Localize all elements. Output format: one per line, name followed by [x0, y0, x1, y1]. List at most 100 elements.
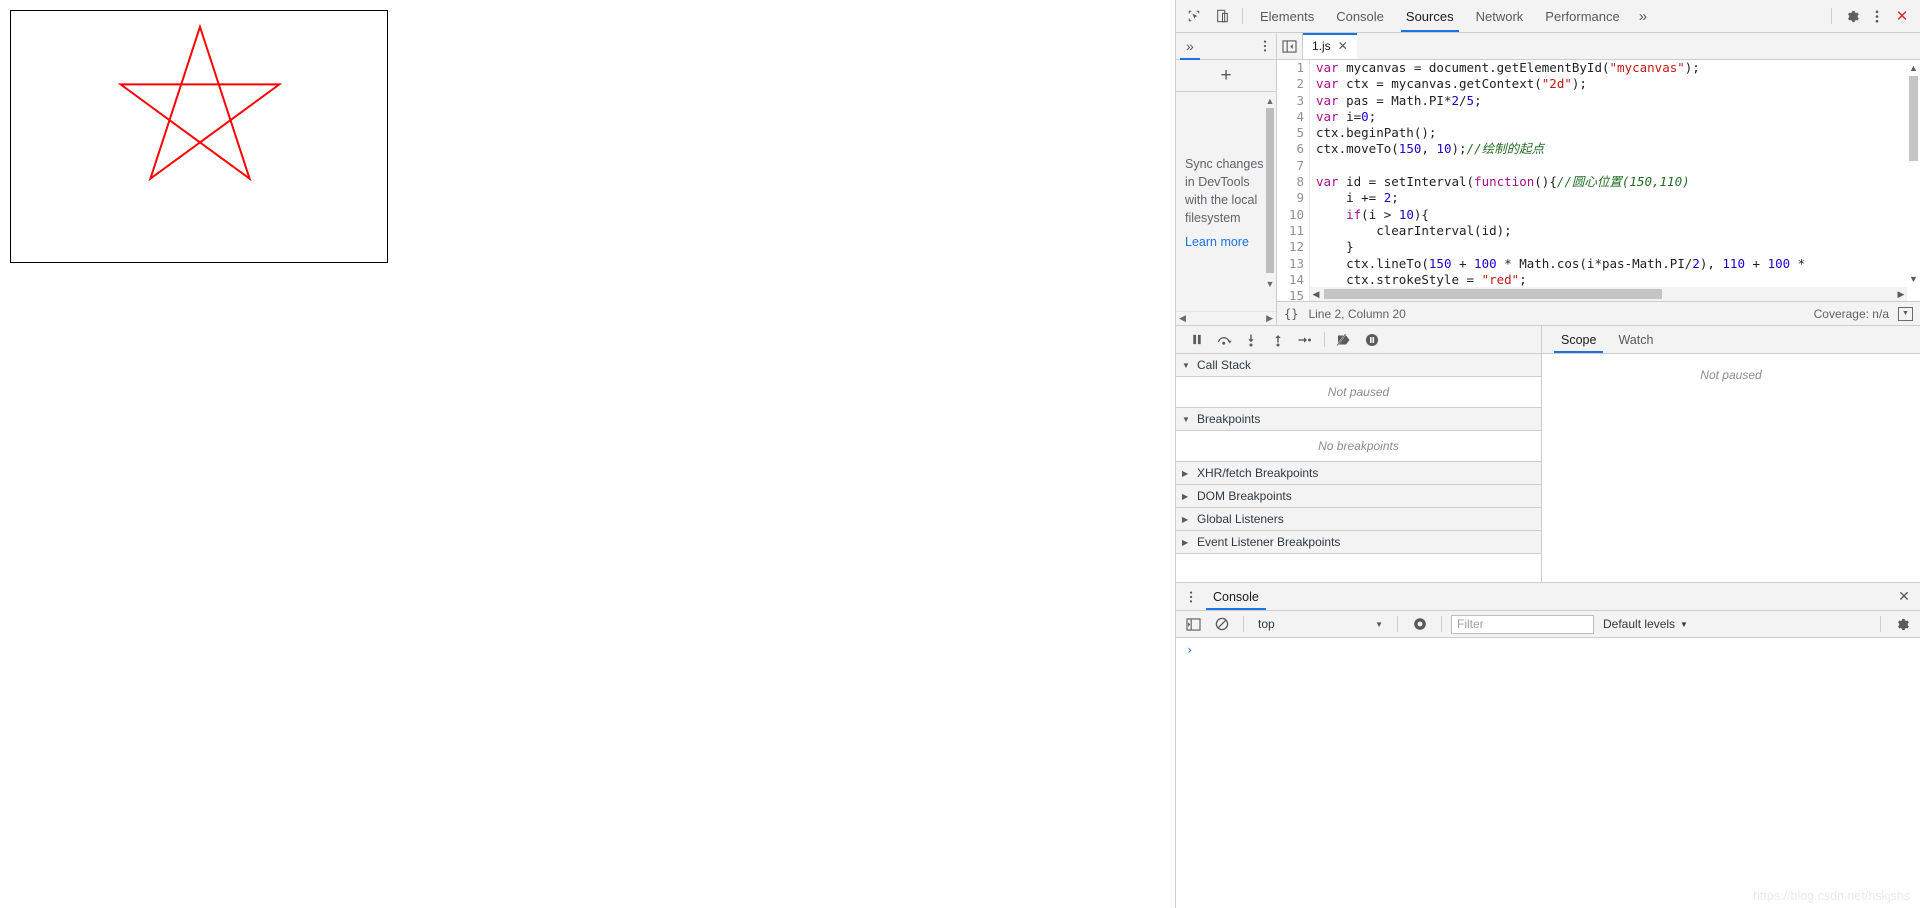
navigator-vertical-scrollbar[interactable]: ▲ ▼: [1265, 96, 1275, 289]
console-toolbar: top ▼ Filter Default levels ▼: [1176, 611, 1920, 638]
section-call-stack[interactable]: ▼ Call Stack: [1176, 354, 1541, 377]
scroll-up-arrow-icon[interactable]: ▲: [1265, 96, 1275, 106]
code-line[interactable]: [1316, 158, 1920, 174]
device-toolbar-icon[interactable]: [1208, 3, 1236, 29]
navigator-horizontal-scrollbar[interactable]: ◀ ▶: [1176, 311, 1276, 325]
tab-performance[interactable]: Performance: [1534, 0, 1630, 32]
console-log-levels-select[interactable]: Default levels ▼: [1597, 617, 1694, 631]
learn-more-link[interactable]: Learn more: [1176, 227, 1276, 249]
inspect-element-icon[interactable]: [1180, 3, 1208, 29]
scroll-right-arrow-icon[interactable]: ▶: [1895, 289, 1907, 300]
code-line[interactable]: clearInterval(id);: [1316, 223, 1920, 239]
pretty-print-button[interactable]: {}: [1284, 307, 1298, 321]
kebab-menu-icon[interactable]: [1866, 5, 1888, 27]
code-token: "red": [1481, 271, 1520, 287]
file-tab-1js[interactable]: 1.js ✕: [1303, 33, 1357, 59]
tab-scope[interactable]: Scope: [1550, 326, 1607, 353]
close-icon[interactable]: ✕: [1338, 39, 1348, 53]
code-token: if: [1346, 206, 1362, 222]
deactivate-breakpoints-icon[interactable]: [1332, 328, 1357, 352]
line-number: 12: [1288, 239, 1304, 255]
section-event-listener-breakpoints[interactable]: ▶ Event Listener Breakpoints: [1176, 531, 1541, 554]
code-token: 150: [1398, 141, 1422, 157]
step-out-icon[interactable]: [1265, 328, 1290, 352]
show-drawer-icon[interactable]: ▼: [1898, 306, 1913, 321]
pause-on-exceptions-icon[interactable]: [1359, 328, 1384, 352]
code-area[interactable]: 1 2 3 4 5 6 7 8 9 10 11 12 13 14 15 var mycanvas = doc…: [1277, 60, 1920, 301]
more-tabs-icon[interactable]: »: [1631, 8, 1655, 25]
scroll-left-arrow-icon[interactable]: ◀: [1310, 289, 1322, 300]
console-prompt[interactable]: ›: [1176, 638, 1920, 662]
close-devtools-icon[interactable]: ✕: [1888, 3, 1916, 29]
code-token: 10: [1436, 141, 1452, 157]
code-token: 2: [1451, 92, 1459, 108]
drawer-tab-console[interactable]: Console: [1202, 583, 1270, 610]
code-line[interactable]: var mycanvas = document.getElementById("…: [1316, 60, 1920, 76]
gear-icon[interactable]: [1838, 3, 1866, 29]
code-line[interactable]: var id = setInterval(function(){//圆心位置(1…: [1316, 174, 1920, 190]
scroll-left-arrow-icon[interactable]: ◀: [1179, 313, 1186, 324]
code-line[interactable]: if(i > 10){: [1316, 207, 1920, 223]
code-line[interactable]: i += 2;: [1316, 190, 1920, 206]
close-drawer-icon[interactable]: ✕: [1892, 585, 1916, 609]
step-icon[interactable]: [1292, 328, 1317, 352]
code-line[interactable]: ctx.strokeStyle = "red";: [1316, 272, 1920, 288]
mycanvas-element[interactable]: [10, 10, 388, 263]
tab-elements[interactable]: Elements: [1249, 0, 1325, 32]
line-number: 4: [1296, 108, 1304, 124]
scroll-down-arrow-icon[interactable]: ▼: [1907, 273, 1920, 285]
code-line[interactable]: var ctx = mycanvas.getContext("2d");: [1316, 76, 1920, 92]
clear-console-icon[interactable]: [1209, 612, 1234, 636]
tab-network[interactable]: Network: [1465, 0, 1535, 32]
scrollbar-track[interactable]: [1322, 288, 1895, 300]
code-token: ctx.lineTo(: [1316, 255, 1429, 271]
step-over-icon[interactable]: [1211, 328, 1236, 352]
drawer-kebab-menu-icon[interactable]: [1180, 586, 1202, 608]
line-number: 8: [1296, 174, 1304, 190]
editor-horizontal-scrollbar[interactable]: ◀ ▶: [1310, 287, 1907, 301]
section-title: Global Listeners: [1197, 512, 1284, 526]
console-sidebar-icon[interactable]: [1181, 612, 1206, 636]
chevron-down-icon: ▼: [1680, 619, 1688, 629]
console-filter-input[interactable]: Filter: [1451, 614, 1594, 634]
scrollbar-thumb[interactable]: [1266, 108, 1274, 273]
scroll-right-arrow-icon[interactable]: ▶: [1266, 313, 1273, 324]
execution-context-select[interactable]: top ▼: [1253, 615, 1388, 634]
tab-console[interactable]: Console: [1325, 0, 1395, 32]
section-breakpoints[interactable]: ▼ Breakpoints: [1176, 408, 1541, 431]
step-into-icon[interactable]: [1238, 328, 1263, 352]
show-navigator-icon[interactable]: [1277, 33, 1303, 59]
watermark-text: https://blog.csdn.net/hskjshs: [1752, 889, 1910, 903]
tab-sources[interactable]: Sources: [1395, 0, 1465, 32]
code-token: 150: [1428, 255, 1452, 271]
code-lines[interactable]: var mycanvas = document.getElementById("…: [1310, 60, 1920, 301]
scroll-down-arrow-icon[interactable]: ▼: [1265, 279, 1275, 289]
editor-vertical-scrollbar[interactable]: ▲ ▼: [1907, 60, 1920, 287]
code-line[interactable]: ctx.lineTo(150 + 100 * Math.cos(i*pas-Ma…: [1316, 256, 1920, 272]
scrollbar-thumb[interactable]: [1909, 76, 1918, 161]
code-token: 10: [1398, 206, 1414, 222]
section-dom-breakpoints[interactable]: ▶ DOM Breakpoints: [1176, 485, 1541, 508]
console-output[interactable]: › https://blog.csdn.net/hskjshs: [1176, 638, 1920, 908]
tab-watch[interactable]: Watch: [1607, 326, 1664, 353]
coverage-label: Coverage: n/a: [1813, 306, 1889, 321]
console-settings-gear-icon[interactable]: [1890, 612, 1915, 636]
live-expression-icon[interactable]: [1407, 612, 1432, 636]
code-line[interactable]: var pas = Math.PI*2/5;: [1316, 93, 1920, 109]
pause-icon[interactable]: [1184, 328, 1209, 352]
navigator-more-tabs-icon[interactable]: »: [1176, 33, 1204, 60]
code-line[interactable]: ctx.beginPath();: [1316, 125, 1920, 141]
code-line[interactable]: }: [1316, 239, 1920, 255]
code-token: 100: [1767, 255, 1791, 271]
code-token: ctx = mycanvas.getContext(: [1346, 76, 1542, 92]
scrollbar-thumb[interactable]: [1324, 289, 1662, 299]
source-editor: 1.js ✕ 1 2 3 4 5 6 7 8 9 10 11 12 13 14 15 var mycanva…: [1277, 33, 1920, 325]
navigator-kebab-menu-icon[interactable]: [1254, 35, 1276, 57]
code-line[interactable]: ctx.moveTo(150, 10);//绘制的起点: [1316, 141, 1920, 157]
section-global-listeners[interactable]: ▶ Global Listeners: [1176, 508, 1541, 531]
code-line[interactable]: var i=0;: [1316, 109, 1920, 125]
add-folder-to-workspace-button[interactable]: +: [1176, 60, 1276, 92]
section-xhr-fetch-breakpoints[interactable]: ▶ XHR/fetch Breakpoints: [1176, 462, 1541, 485]
line-number: 9: [1296, 190, 1304, 206]
scroll-up-arrow-icon[interactable]: ▲: [1907, 62, 1920, 74]
